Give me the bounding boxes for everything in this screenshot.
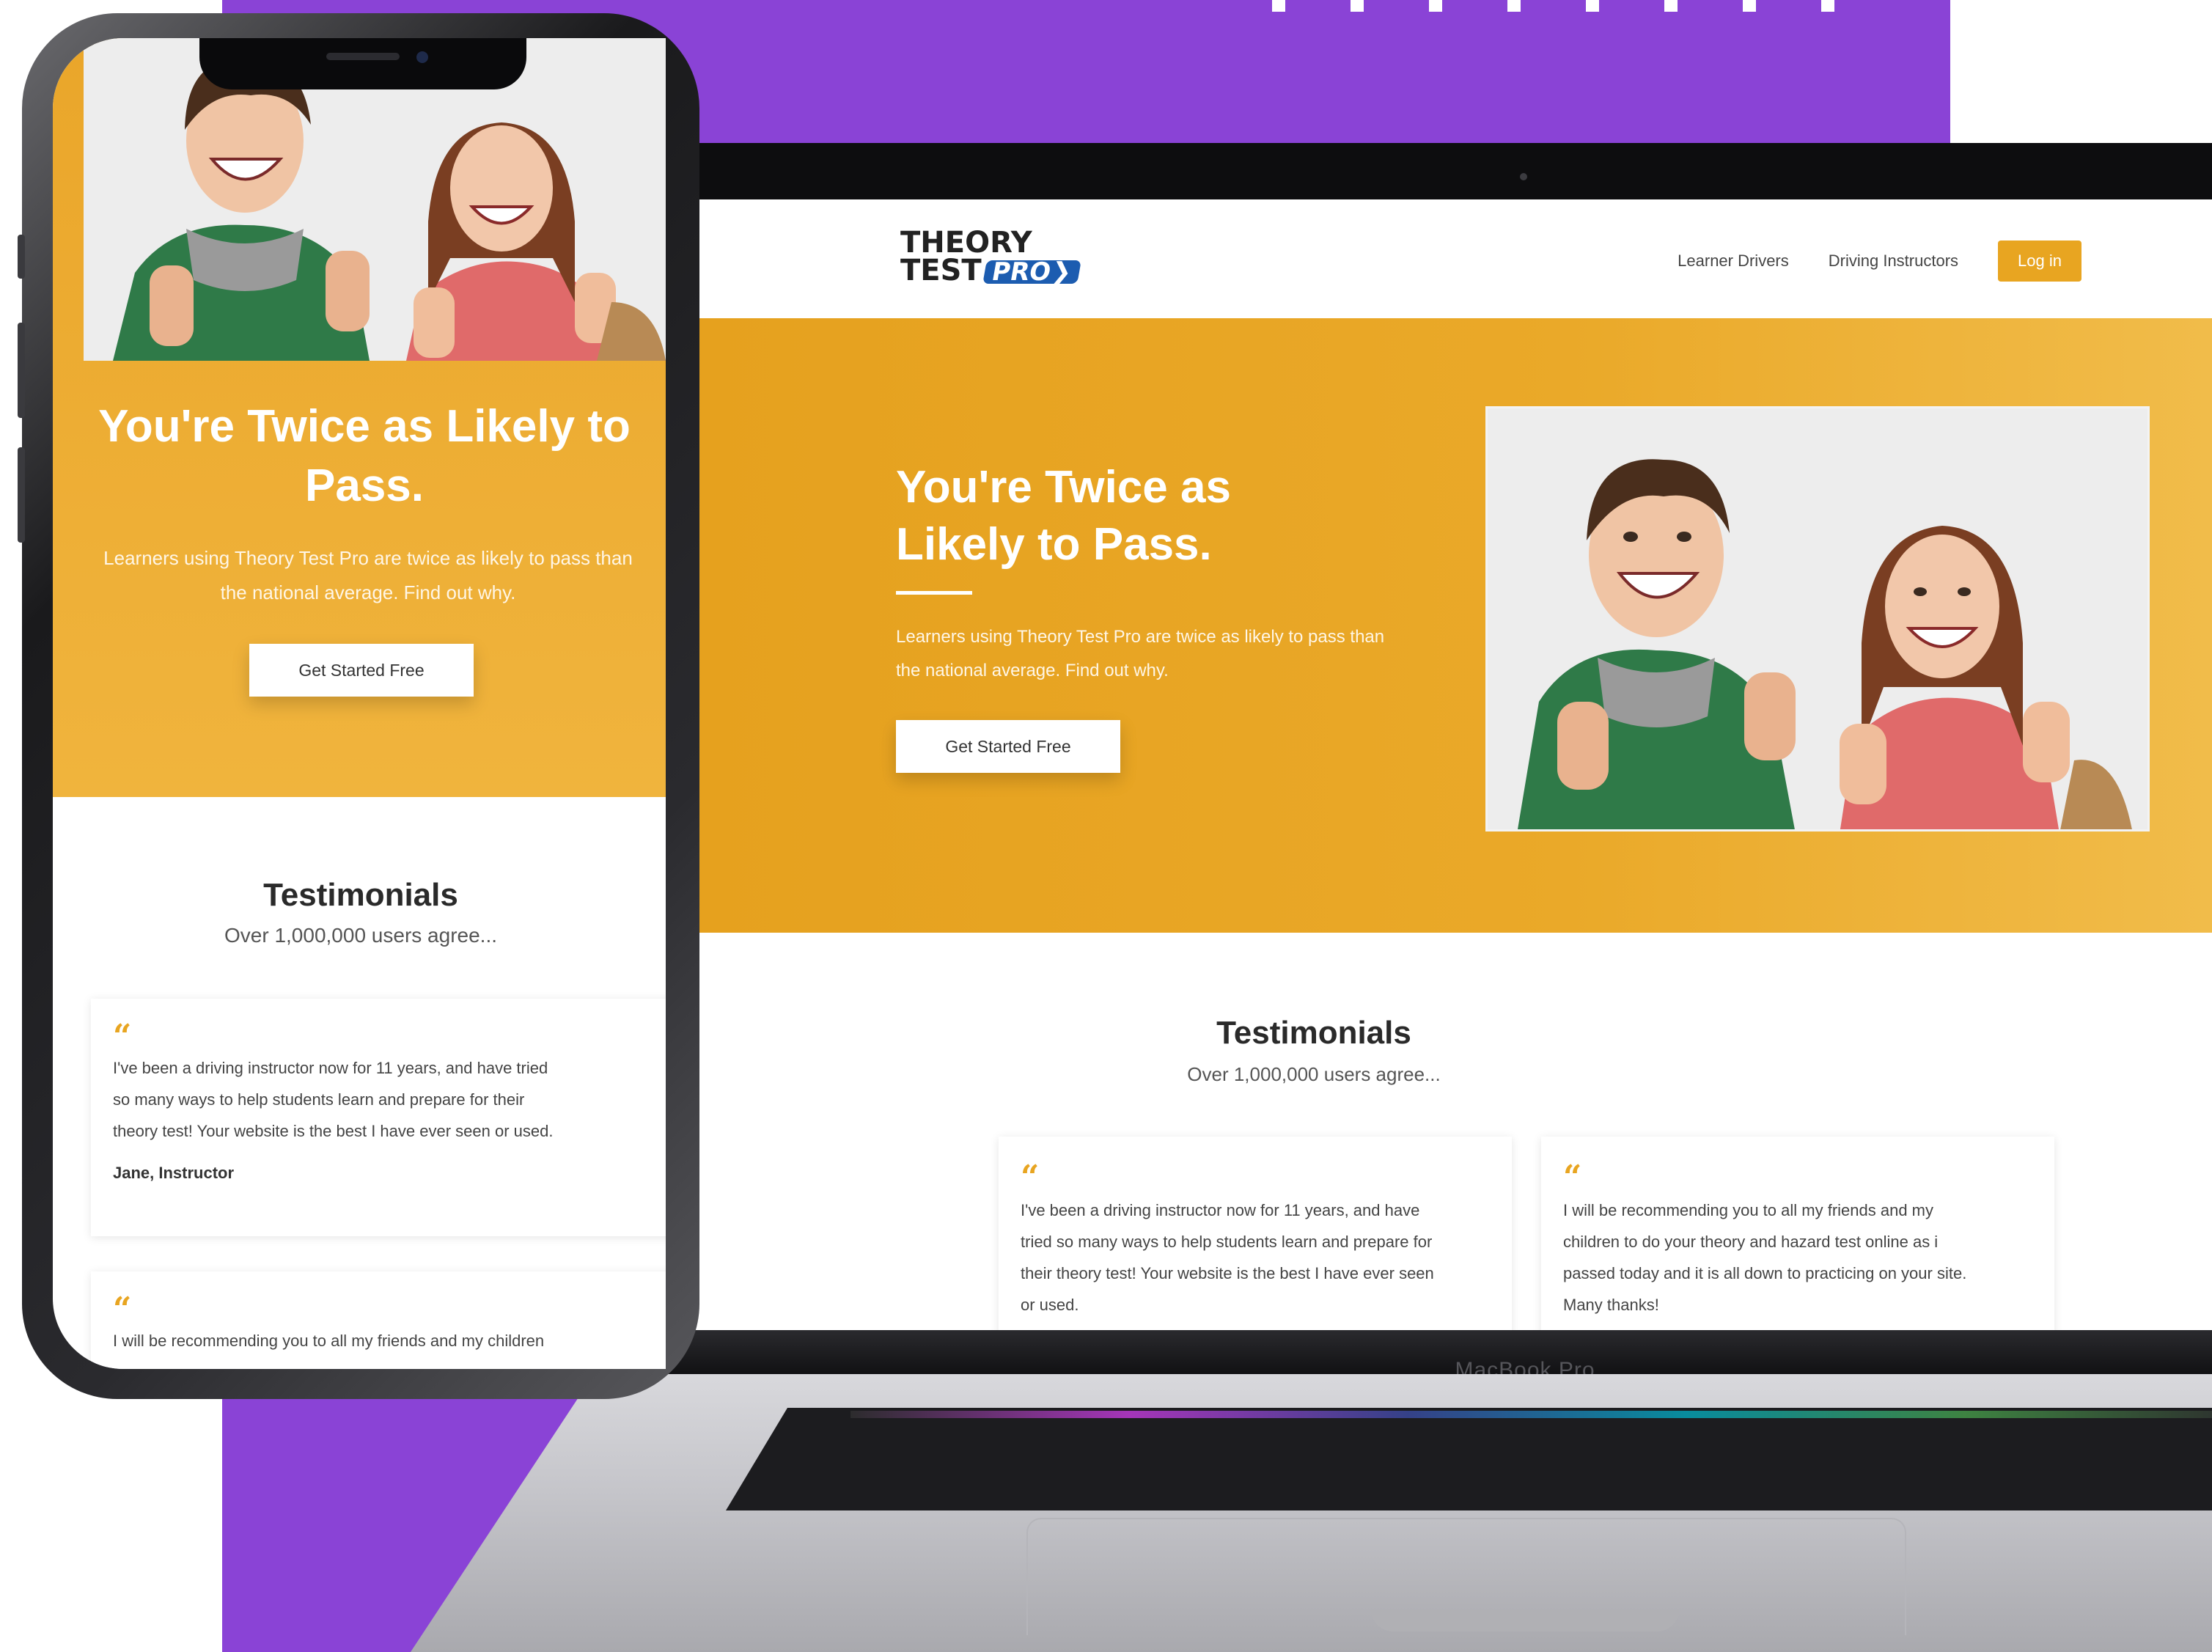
hero-photo xyxy=(1485,406,2150,831)
phone-volume-up xyxy=(18,323,25,418)
site-header: THEORY TEST PRO❯ Learner Drivers Driving … xyxy=(610,199,2212,318)
phone-mute-switch xyxy=(18,235,25,279)
testimonial-author: Jane, Instructor xyxy=(113,1163,235,1182)
hero-subtitle: Learners using Theory Test Pro are twice… xyxy=(896,627,1385,680)
phone-hero-subtitle: Learners using Theory Test Pro are twice… xyxy=(103,547,633,603)
phone-testimonial-card: “ I will be recommending you to all my f… xyxy=(91,1271,666,1369)
decorative-dots xyxy=(1272,0,1834,12)
nav-learner-drivers[interactable]: Learner Drivers xyxy=(1678,252,1789,271)
laptop-chin xyxy=(587,1330,2212,1374)
hero-divider xyxy=(896,591,972,595)
phone-front-camera xyxy=(416,51,428,63)
login-button[interactable]: Log in xyxy=(1998,241,2081,282)
testimonial-text: I will be recommending you to all my fri… xyxy=(1563,1201,1967,1314)
pro-badge: PRO❯ xyxy=(982,257,1081,287)
phone-speaker xyxy=(326,53,400,60)
hero-title: You're Twice as Likely to Pass. xyxy=(896,462,1231,570)
nav-driving-instructors[interactable]: Driving Instructors xyxy=(1829,252,1958,271)
phone-screen: You're Twice as Likely to Pass. Learners… xyxy=(53,38,666,1369)
testimonial-text: I've been a driving instructor now for 1… xyxy=(1021,1201,1434,1314)
phone-get-started-button[interactable]: Get Started Free xyxy=(249,644,474,697)
quote-icon: “ xyxy=(113,1291,132,1328)
hero-section: You're Twice as Likely to Pass. Learners… xyxy=(610,318,2212,933)
quote-icon: “ xyxy=(113,1018,132,1055)
laptop-hinge-notch xyxy=(1371,1609,1679,1631)
testimonial-text: I will be recommending you to all my fri… xyxy=(113,1332,545,1350)
phone-notch xyxy=(199,38,526,89)
phone-testimonial-card: “ I've been a driving instructor now for… xyxy=(91,999,666,1236)
phone-volume-down xyxy=(18,447,25,543)
laptop-keyboard xyxy=(726,1408,2212,1510)
testimonial-text: I've been a driving instructor now for 1… xyxy=(113,1059,554,1140)
phone-testimonials-title: Testimonials xyxy=(263,877,458,913)
quote-icon: “ xyxy=(1563,1159,1582,1196)
quote-icon: “ xyxy=(1021,1159,1040,1196)
laptop-screen: THEORY TEST PRO❯ Learner Drivers Driving … xyxy=(610,199,2212,1330)
laptop-touchbar xyxy=(850,1411,2212,1418)
phone-hero-section: You're Twice as Likely to Pass. Learners… xyxy=(53,38,666,797)
main-nav: Learner Drivers Driving Instructors Log … xyxy=(1678,241,2081,282)
testimonial-card: “ I've been a driving instructor now for… xyxy=(999,1137,1512,1330)
students-thumbs-up-image xyxy=(1488,408,2147,829)
theory-test-pro-logo[interactable]: THEORY TEST PRO❯ xyxy=(900,228,1081,287)
phone-testimonials-subtitle: Over 1,000,000 users agree... xyxy=(224,924,497,947)
get-started-button[interactable]: Get Started Free xyxy=(896,720,1120,773)
testimonials-title: Testimonials xyxy=(1216,1015,1411,1051)
testimonial-card: “ I will be recommending you to all my f… xyxy=(1541,1137,2054,1330)
testimonials-subtitle: Over 1,000,000 users agree... xyxy=(1187,1063,1441,1085)
phone-hero-title: You're Twice as Likely to Pass. xyxy=(98,401,631,511)
laptop-camera xyxy=(1520,173,1527,180)
